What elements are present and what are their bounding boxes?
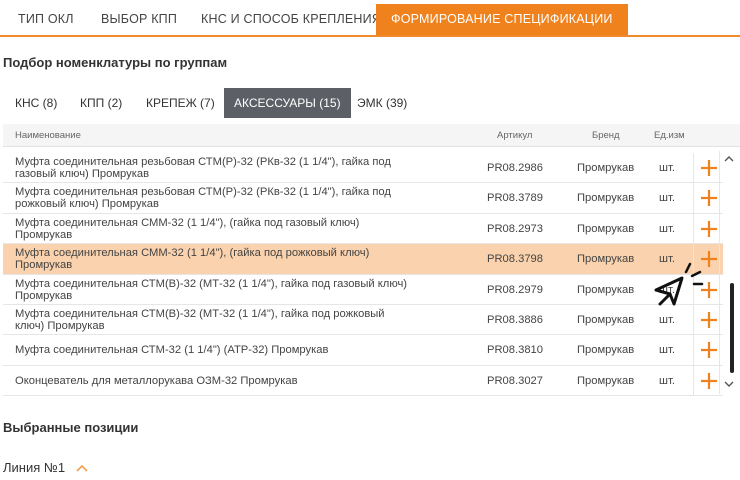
scroll-down-icon[interactable] (723, 378, 735, 390)
item-name: Муфта соединительная СТМ(В)-32 (МТ-32 (1… (15, 277, 408, 302)
header-brand: Бренд (592, 130, 620, 141)
item-name: Муфта соединительная резьбовая СТМ(Р)-32… (15, 186, 391, 211)
item-brand: Промрукав (577, 313, 635, 326)
tab-okl-type[interactable]: ТИП ОКЛ (18, 4, 74, 35)
tab-kns-mounting[interactable]: КНС И СПОСОБ КРЕПЛЕНИЯ (201, 4, 381, 35)
line-label: Линия №1 (3, 460, 66, 475)
line-toggle[interactable]: Линия №1 (3, 460, 89, 475)
item-brand: Промрукав (577, 253, 635, 266)
header-article: Артикул (497, 130, 533, 141)
tab-emk[interactable]: ЭМК (39) (357, 88, 407, 118)
header-unit: Ед.изм (654, 130, 685, 141)
section-title: Подбор номенклатуры по группам (3, 55, 228, 70)
header-name: Наименование (15, 130, 81, 141)
item-brand: Промрукав (577, 162, 635, 174)
item-article: PR08.3798 (487, 253, 543, 266)
item-brand: Промрукав (577, 283, 635, 296)
item-unit: шт. (659, 222, 675, 235)
plus-icon (701, 372, 717, 389)
item-name: Муфта соединительная СТМ(В)-32 (МТ-32 (1… (15, 307, 385, 332)
item-name: Муфта соединительная СММ-32 (1 1/4"), (г… (15, 247, 370, 272)
item-name: Оконцеватель для металлорукава ОЗМ-32 Пр… (15, 374, 298, 387)
tab-specification[interactable]: ФОРМИРОВАНИЕ СПЕЦИФИКАЦИИ (376, 4, 628, 35)
table-row[interactable]: Муфта соединительная СТМ(В)-32 (МТ-32 (1… (3, 304, 723, 336)
item-unit: шт. (659, 344, 675, 357)
item-article: PR08.2973 (487, 222, 543, 235)
item-brand: Промрукав (577, 344, 635, 357)
plus-icon (701, 190, 717, 207)
item-article: PR08.3886 (487, 313, 543, 326)
scroll-up-icon[interactable] (723, 153, 735, 165)
click-cursor-icon (654, 262, 704, 306)
item-article: PR08.3789 (487, 192, 543, 205)
table-row[interactable]: Оконцеватель для металлорукава ОЗМ-32 Пр… (3, 365, 723, 397)
table-row[interactable]: Муфта соединительная СММ-32 (1 1/4"), (г… (3, 213, 723, 245)
plus-icon (701, 220, 717, 237)
item-brand: Промрукав (577, 374, 635, 387)
tab-kpp[interactable]: КПП (2) (80, 88, 122, 118)
item-article: PR08.3027 (487, 374, 543, 387)
item-unit: шт. (659, 192, 675, 205)
plus-icon (701, 342, 717, 359)
table-row[interactable]: Муфта соединительная СТМ(В)-32 (МТ-32 (1… (3, 274, 723, 305)
tab-kpp-choice[interactable]: ВЫБОР КПП (101, 4, 177, 35)
tab-accessories[interactable]: АКСЕССУАРЫ (15) (224, 88, 351, 118)
scroll-thumb[interactable] (730, 283, 734, 373)
item-article: PR08.2979 (487, 283, 543, 296)
nomenclature-table: Наименование Артикул Бренд Ед.изм Муфта … (3, 124, 740, 397)
item-name: Муфта соединительная СММ-32 (1 1/4"), (г… (15, 216, 360, 241)
table-row[interactable]: Муфта соединительная резьбовая СТМ(Р)-32… (3, 153, 723, 184)
table-header: Наименование Артикул Бренд Ед.изм (3, 124, 740, 147)
tab-kns[interactable]: КНС (8) (15, 88, 57, 118)
item-article: PR08.2986 (487, 162, 543, 174)
top-tab-bar: ТИП ОКЛ ВЫБОР КПП КНС И СПОСОБ КРЕПЛЕНИЯ… (0, 4, 740, 37)
table-row-selected[interactable]: Муфта соединительная СММ-32 (1 1/4"), (г… (3, 244, 723, 275)
item-brand: Промрукав (577, 222, 635, 235)
table-scrollbar[interactable] (719, 151, 737, 394)
item-article: PR08.3810 (487, 344, 543, 357)
item-name: Муфта соединительная СТМ-32 (1 1/4") (АТ… (15, 344, 329, 357)
chevron-up-icon[interactable] (75, 463, 89, 473)
item-unit: шт. (659, 162, 675, 174)
item-brand: Промрукав (577, 192, 635, 205)
plus-icon (701, 160, 717, 176)
table-row[interactable]: Муфта соединительная СТМ-32 (1 1/4") (АТ… (3, 335, 723, 366)
tab-krepezh[interactable]: КРЕПЕЖ (7) (146, 88, 215, 118)
table-row[interactable]: Муфта соединительная резьбовая СТМ(Р)-32… (3, 183, 723, 214)
selected-items-title: Выбранные позиции (3, 420, 139, 435)
table-body: Муфта соединительная резьбовая СТМ(Р)-32… (3, 153, 723, 397)
item-name: Муфта соединительная резьбовая СТМ(Р)-32… (15, 156, 391, 180)
item-unit: шт. (659, 374, 675, 387)
